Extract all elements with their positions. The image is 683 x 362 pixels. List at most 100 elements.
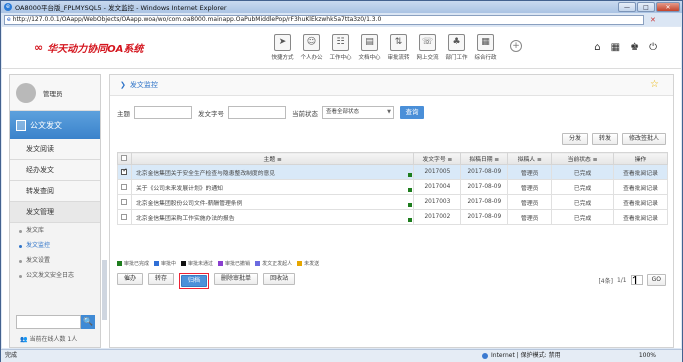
table-row[interactable]: 北京金信集团关于安全生产检查与隐患整改制度的意见 2017005 2017-08… <box>117 164 668 180</box>
legend-label: 未发送 <box>304 261 320 267</box>
row-select[interactable] <box>117 209 132 225</box>
checkbox[interactable] <box>121 183 128 190</box>
row-subject[interactable]: 北京金信集团关于安全生产检查与隐患整改制度的意见 <box>130 164 415 180</box>
checkbox[interactable] <box>121 198 128 205</box>
sidebar-subitem-security-log[interactable]: 公文发文安全日志 <box>10 268 100 283</box>
view-history-link[interactable]: 查看批阅记录 <box>613 179 668 195</box>
subject-input[interactable] <box>134 106 192 119</box>
search-icon[interactable]: 🔍 <box>81 315 95 329</box>
sidebar-item-read[interactable]: 发文阅读 <box>10 139 100 160</box>
row-number: 2017002 <box>413 209 462 225</box>
change-signer-button[interactable]: 修改签批人 <box>621 133 666 145</box>
address-bar: e http://127.0.0.1/OAapp/WebObjects/OAapp… <box>1 13 682 26</box>
row-author: 管理员 <box>507 164 553 180</box>
row-select[interactable] <box>117 194 132 210</box>
tool-department[interactable]: ♣ 部门工作 <box>442 34 471 61</box>
tool-personal[interactable]: ☺ 个人办公 <box>297 34 326 61</box>
column-label: 拟稿人 <box>517 157 536 163</box>
sidebar-item-handled[interactable]: 经办发文 <box>10 160 100 181</box>
tool-approval[interactable]: ⇅ 审批流转 <box>384 34 413 61</box>
skin-icon[interactable]: ♚ <box>630 42 639 53</box>
column-date[interactable]: 拟稿日期 ≡ <box>460 152 509 165</box>
row-status: 已完成 <box>551 194 615 210</box>
ie-window: e OA8000平台版_FPLMYSQL5 - 发文监控 - Windows I… <box>0 0 683 362</box>
archive-button[interactable]: 归档 <box>181 275 208 287</box>
column-number[interactable]: 发文字号 ≡ <box>413 152 462 165</box>
status-text: 完成 <box>5 352 18 359</box>
number-label: 发文字号 <box>198 109 224 118</box>
work-center-icon: ☷ <box>332 34 349 51</box>
zoom-level[interactable]: 100% <box>639 350 656 362</box>
checkbox[interactable] <box>121 167 128 175</box>
row-subject[interactable]: 北京金信集团股份公司文件-薪酬管理条例 <box>130 194 415 210</box>
column-subject[interactable]: 主题 ≡ <box>130 152 415 165</box>
tool-workcenter[interactable]: ☷ 工作中心 <box>326 34 355 61</box>
online-users: 👥 当前在线人数 1人 <box>20 334 77 343</box>
tool-communication[interactable]: ☏ 网上交流 <box>413 34 442 61</box>
table-row[interactable]: 北京金信集团采购工作实施办法的报告 2017002 2017-08-09 管理员… <box>117 209 668 225</box>
sidebar-item-manage[interactable]: 发文管理 <box>10 202 100 223</box>
tool-admin[interactable]: ▦ 综合行政 <box>471 34 500 61</box>
minimize-button[interactable]: — <box>618 2 636 12</box>
section-header[interactable]: 公文发文 <box>10 111 100 139</box>
documents-table: 主题 ≡ 发文字号 ≡ 拟稿日期 ≡ 拟稿人 ≡ 当前状态 ≡ 操作 北京金信集… <box>117 152 668 225</box>
sidebar-search-input[interactable] <box>16 315 81 329</box>
tool-shortcut[interactable]: ➤ 快捷方式 <box>268 34 297 61</box>
row-subject[interactable]: 北京金信集团采购工作实施办法的报告 <box>130 209 415 225</box>
module-toolbar: ➤ 快捷方式 ☺ 个人办公 ☷ 工作中心 ▤ 文档中心 ⇅ 审批流转 ☏ 网上交流 ♣ 部门工… <box>268 34 500 61</box>
sidebar-item-forward[interactable]: 转发查阅 <box>10 181 100 202</box>
page-indicator: 1/1 <box>616 276 627 284</box>
query-button[interactable]: 查询 <box>400 106 424 119</box>
sidebar-subitem-library[interactable]: 发文库 <box>10 223 100 238</box>
checkbox[interactable] <box>121 155 128 162</box>
row-subject[interactable]: 关于《公司未来发展计划》的通知 <box>130 179 415 195</box>
home-icon[interactable]: ⌂ <box>594 42 600 53</box>
row-number: 2017005 <box>413 164 462 180</box>
status-bar: 完成 Internet | 保护模式: 禁用 100% <box>1 349 682 362</box>
forward-button[interactable]: 转发 <box>591 133 618 145</box>
status-select[interactable]: 查看全部状态 <box>322 106 394 119</box>
add-module-icon[interactable]: + <box>510 40 522 52</box>
table-row[interactable]: 关于《公司未来发展计划》的通知 2017004 2017-08-09 管理员 已… <box>117 179 668 195</box>
delete-approval-button[interactable]: 删除审批单 <box>214 273 259 285</box>
legend-swatch <box>181 261 187 266</box>
urge-button[interactable]: 催办 <box>117 273 144 285</box>
recycle-bin-button[interactable]: 回收站 <box>263 273 296 285</box>
view-history-link[interactable]: 查看批阅记录 <box>613 194 668 210</box>
view-history-link[interactable]: 查看批阅记录 <box>613 164 668 180</box>
sidebar-scrollbar[interactable] <box>102 260 107 320</box>
legend-swatch <box>154 261 160 266</box>
tool-label: 综合行政 <box>474 55 497 61</box>
legend-label: 审批中 <box>161 261 177 267</box>
url-field[interactable]: e http://127.0.0.1/OAapp/WebObjects/OAapp… <box>4 14 644 25</box>
subject-text: 关于《公司未来发展计划》的通知 <box>135 185 223 192</box>
page-input[interactable] <box>630 275 643 285</box>
close-button[interactable]: ✕ <box>656 2 680 12</box>
sidebar-subitem-monitor[interactable]: 发文监控 <box>10 238 100 253</box>
tool-documents[interactable]: ▤ 文档中心 <box>355 34 384 61</box>
bottom-toolbar: 催办 转存 归档 删除审批单 回收站 <box>117 273 296 289</box>
row-select[interactable] <box>117 164 132 180</box>
column-author[interactable]: 拟稿人 ≡ <box>507 152 553 165</box>
tool-label: 个人办公 <box>300 55 323 61</box>
favorite-star-icon[interactable]: ☆ <box>650 79 659 90</box>
select-all-header[interactable] <box>117 152 132 165</box>
maximize-button[interactable]: □ <box>637 2 655 12</box>
column-status[interactable]: 当前状态 ≡ <box>551 152 615 165</box>
checkbox[interactable] <box>121 213 128 220</box>
number-input[interactable] <box>228 106 286 119</box>
sidebar-subitem-settings[interactable]: 发文设置 <box>10 253 100 268</box>
view-history-link[interactable]: 查看批阅记录 <box>613 209 668 225</box>
legend-label: 审批已完成 <box>124 261 150 267</box>
legend-item: 审批未通过 <box>181 260 213 267</box>
row-select[interactable] <box>117 179 132 195</box>
go-button[interactable]: GO <box>646 274 666 286</box>
tool-label: 文档中心 <box>358 55 381 61</box>
table-row[interactable]: 北京金信集团股份公司文件-薪酬管理条例 2017003 2017-08-09 管… <box>117 194 668 210</box>
power-icon[interactable]: ⏻ <box>649 42 657 53</box>
grid-icon[interactable]: ▦ <box>611 42 620 53</box>
transfer-button[interactable]: 转存 <box>148 273 175 285</box>
distribute-button[interactable]: 分发 <box>561 133 588 145</box>
stop-icon[interactable]: ✕ <box>650 16 656 24</box>
row-status: 已完成 <box>551 164 615 180</box>
